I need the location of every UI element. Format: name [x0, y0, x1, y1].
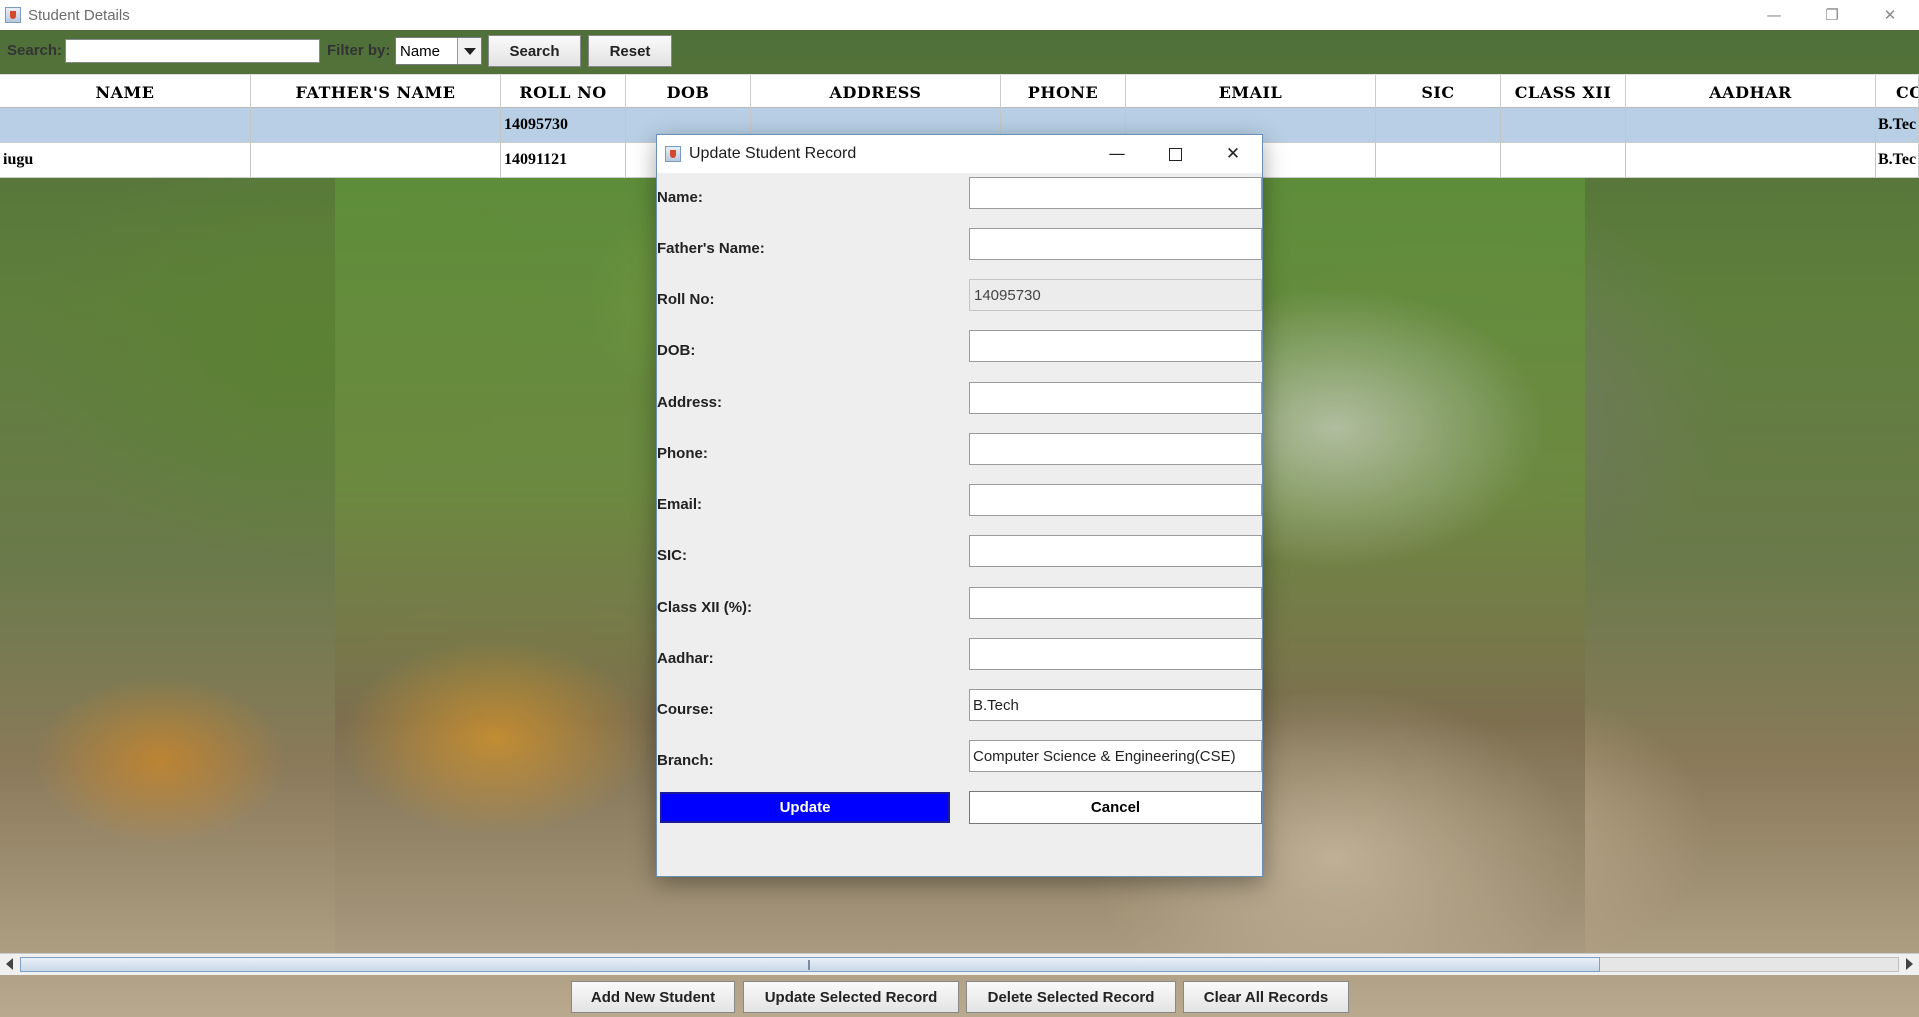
column-header[interactable]: DOB [626, 75, 751, 109]
minimize-button[interactable]: — [1745, 0, 1803, 30]
name-field[interactable] [969, 177, 1262, 209]
close-button[interactable]: ✕ [1861, 0, 1919, 30]
field-label: Father's Name: [657, 240, 765, 257]
course-field[interactable]: B.Tech [969, 689, 1262, 721]
field-label: Name: [657, 189, 703, 206]
dialog-title: Update Student Record [689, 145, 857, 162]
field-label: DOB: [657, 342, 696, 359]
form-row-phone: Phone: [657, 429, 1264, 480]
scroll-thumb[interactable] [20, 957, 1600, 972]
maximize-icon [1168, 147, 1182, 161]
field-label: SIC: [657, 547, 687, 564]
field-label: Class XII (%): [657, 599, 753, 616]
column-header[interactable]: ADDRESS [751, 75, 1001, 109]
field-label: Aadhar: [657, 650, 714, 667]
table-cell[interactable] [1626, 108, 1876, 142]
table-cell[interactable] [0, 108, 251, 142]
table-cell[interactable]: 14091121 [501, 143, 626, 177]
chevron-down-icon[interactable] [457, 38, 481, 64]
sic-field[interactable] [969, 535, 1262, 567]
search-toolbar: Search: Filter by: Name Search Reset [0, 30, 1919, 74]
form-row-class12: Class XII (%): [657, 583, 1264, 634]
filter-select[interactable]: Name [395, 37, 482, 65]
phone-field[interactable] [969, 433, 1262, 465]
form-row-branch: Branch: Computer Science & Engineering(C… [657, 736, 1264, 787]
scroll-grip [808, 960, 810, 970]
father-name-field[interactable] [969, 228, 1262, 260]
table-cell[interactable] [1501, 143, 1626, 177]
dialog-titlebar: Update Student Record — ✕ [657, 135, 1262, 173]
scroll-right-arrow-icon[interactable] [1906, 958, 1913, 970]
update-student-dialog: Update Student Record — ✕ Name: Father's… [656, 134, 1263, 877]
form-row-father: Father's Name: [657, 224, 1264, 275]
table-header: NAME FATHER'S NAME ROLL NO DOB ADDRESS P… [0, 74, 1919, 109]
filter-selected-value: Name [400, 42, 441, 60]
table-cell[interactable] [1626, 143, 1876, 177]
table-cell[interactable]: B.Tec [1876, 108, 1919, 142]
column-header[interactable]: ROLL NO [501, 75, 626, 109]
column-header[interactable]: EMAIL [1126, 75, 1376, 109]
dialog-maximize-button[interactable] [1146, 135, 1204, 173]
form-row-email: Email: [657, 480, 1264, 531]
filter-label: Filter by: [327, 42, 391, 59]
form-row-aadhar: Aadhar: [657, 634, 1264, 685]
update-button[interactable]: Update [660, 792, 950, 823]
email-field[interactable] [969, 484, 1262, 516]
window-titlebar: Student Details — ❐ ✕ [0, 0, 1919, 30]
branch-field[interactable]: Computer Science & Engineering(CSE) [969, 740, 1262, 772]
column-header[interactable]: SIC [1376, 75, 1501, 109]
search-button[interactable]: Search [488, 35, 581, 67]
search-label: Search: [7, 42, 63, 59]
form-row-address: Address: [657, 378, 1264, 429]
reset-button[interactable]: Reset [588, 35, 672, 67]
aadhar-field[interactable] [969, 638, 1262, 670]
java-app-icon [665, 146, 681, 162]
table-cell[interactable] [251, 108, 501, 142]
java-app-icon [5, 7, 21, 23]
field-label: Address: [657, 394, 723, 411]
dialog-minimize-button[interactable]: — [1088, 135, 1146, 173]
window-controls: — ❐ ✕ [1745, 0, 1919, 30]
field-label: Roll No: [657, 291, 715, 308]
column-header[interactable]: CO [1876, 75, 1919, 109]
scroll-left-arrow-icon[interactable] [6, 958, 13, 970]
field-label: Phone: [657, 445, 708, 462]
update-selected-button[interactable]: Update Selected Record [743, 981, 959, 1013]
table-cell[interactable]: 14095730 [501, 108, 626, 142]
column-header[interactable]: CLASS XII [1501, 75, 1626, 109]
table-cell[interactable] [1376, 143, 1501, 177]
table-cell[interactable]: iugu [0, 143, 251, 177]
field-label: Branch: [657, 752, 714, 769]
form-row-sic: SIC: [657, 531, 1264, 582]
column-header[interactable]: PHONE [1001, 75, 1126, 109]
clear-all-button[interactable]: Clear All Records [1183, 981, 1349, 1013]
dob-field[interactable] [969, 330, 1262, 362]
window-title: Student Details [28, 6, 130, 24]
delete-selected-button[interactable]: Delete Selected Record [966, 981, 1176, 1013]
table-cell[interactable] [1501, 108, 1626, 142]
field-label: Course: [657, 701, 714, 718]
form-row-dob: DOB: [657, 326, 1264, 377]
bottom-actions: Add New Student Update Selected Record D… [0, 975, 1919, 1017]
table-cell[interactable] [1376, 108, 1501, 142]
column-header[interactable]: FATHER'S NAME [251, 75, 501, 109]
address-field[interactable] [969, 382, 1262, 414]
horizontal-scrollbar[interactable] [0, 953, 1919, 975]
table-cell[interactable]: B.Tec [1876, 143, 1919, 177]
roll-no-field: 14095730 [969, 279, 1262, 311]
cancel-button[interactable]: Cancel [969, 791, 1262, 824]
dialog-controls: — ✕ [1088, 135, 1262, 173]
table-cell[interactable] [251, 143, 501, 177]
restore-button[interactable]: ❐ [1803, 0, 1861, 30]
form-row-course: Course: B.Tech [657, 685, 1264, 736]
form-row-name: Name: [657, 173, 1264, 224]
dialog-close-button[interactable]: ✕ [1204, 135, 1262, 173]
column-header[interactable]: AADHAR [1626, 75, 1876, 109]
field-label: Email: [657, 496, 703, 513]
add-student-button[interactable]: Add New Student [571, 981, 735, 1013]
search-input[interactable] [65, 39, 320, 63]
column-header[interactable]: NAME [0, 75, 251, 109]
form-row-roll: Roll No: 14095730 [657, 275, 1264, 326]
class-xii-field[interactable] [969, 587, 1262, 619]
